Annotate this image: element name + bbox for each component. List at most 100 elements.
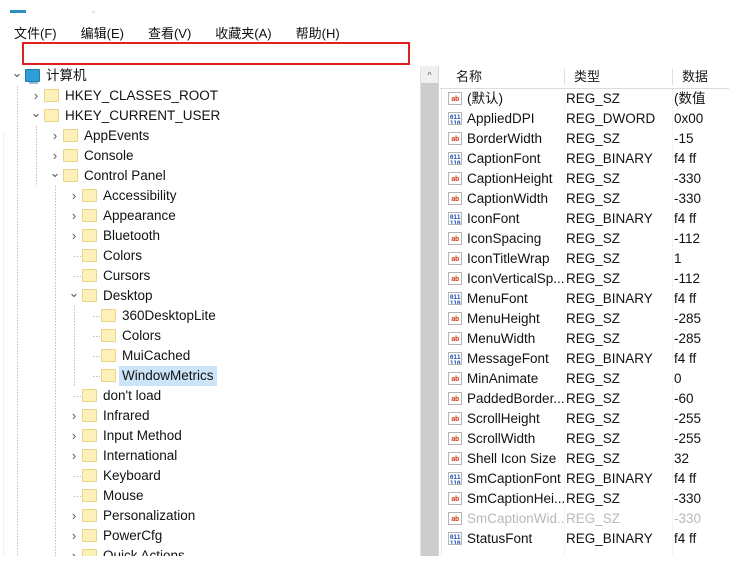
list-item[interactable]: ab SmCaptionWid... REG_SZ -330: [440, 509, 729, 529]
list-item[interactable]: ab ScrollWidth REG_SZ -255: [440, 429, 729, 449]
list-item[interactable]: ab MenuHeight REG_SZ -285: [440, 309, 729, 329]
chevron-right-icon[interactable]: ›: [67, 226, 81, 246]
chevron-right-icon[interactable]: ›: [67, 206, 81, 226]
tree-node-label: Accessibility: [103, 188, 177, 203]
chevron-down-icon[interactable]: ⌄: [48, 166, 62, 186]
chevron-right-icon[interactable]: ›: [48, 146, 62, 166]
chevron-right-icon[interactable]: ›: [48, 126, 62, 146]
tree-node[interactable]: › AppEvents: [0, 126, 419, 146]
list-item[interactable]: ab IconSpacing REG_SZ -112: [440, 229, 729, 249]
list-item[interactable]: 011 110 IconFont REG_BINARY f4 ff: [440, 209, 729, 229]
tree-node[interactable]: › Infrared: [0, 406, 419, 426]
folder-icon: [82, 469, 97, 482]
list-item[interactable]: ab Shell Icon Size REG_SZ 32: [440, 449, 729, 469]
list-item[interactable]: ab PaddedBorder... REG_SZ -60: [440, 389, 729, 409]
tree-node[interactable]: Keyboard: [0, 466, 419, 486]
value-data: 1: [674, 251, 682, 266]
list-item[interactable]: ab MenuWidth REG_SZ -285: [440, 329, 729, 349]
tree-node-label: MuiCached: [122, 348, 191, 363]
chevron-right-icon[interactable]: ›: [29, 86, 43, 106]
binary-value-icon: 011 110: [448, 472, 462, 485]
value-name: ScrollHeight: [467, 411, 540, 426]
tree-node-label: HKEY_CLASSES_ROOT: [65, 88, 219, 103]
string-value-icon: ab: [448, 412, 462, 425]
list-item[interactable]: 011 110 SmCaptionFont REG_BINARY f4 ff: [440, 469, 729, 489]
menu-help[interactable]: 帮助(H): [294, 22, 342, 43]
tree-node[interactable]: › Accessibility: [0, 186, 419, 206]
chevron-right-icon[interactable]: ›: [67, 506, 81, 526]
address-bar[interactable]: 计算机\HKEY_CURRENT_USER\Control Panel\Desk…: [0, 43, 729, 108]
column-divider-2[interactable]: [672, 69, 673, 85]
list-item[interactable]: 011 110 CaptionFont REG_BINARY f4 ff: [440, 149, 729, 169]
list-item[interactable]: ab BorderWidth REG_SZ -15: [440, 129, 729, 149]
value-type: REG_BINARY: [566, 471, 653, 486]
list-item[interactable]: ab CaptionWidth REG_SZ -330: [440, 189, 729, 209]
value-type: REG_SZ: [566, 451, 621, 466]
list-item[interactable]: ab (默认) REG_SZ (数值: [440, 89, 729, 109]
tree-node[interactable]: › International: [0, 446, 419, 466]
tree-node-label: Keyboard: [103, 468, 161, 483]
list-item[interactable]: ab CaptionHeight REG_SZ -330: [440, 169, 729, 189]
list-item[interactable]: ab IconTitleWrap REG_SZ 1: [440, 249, 729, 269]
tree-node[interactable]: MuiCached: [0, 346, 419, 366]
tree-node[interactable]: › HKEY_CLASSES_ROOT: [0, 86, 419, 106]
list-item[interactable]: 011 110 AppliedDPI REG_DWORD 0x00: [440, 109, 729, 129]
tree-node[interactable]: Colors: [0, 246, 419, 266]
column-header-name[interactable]: 名称: [448, 66, 566, 88]
binary-value-icon: 011 110: [448, 212, 462, 225]
chevron-down-icon[interactable]: ⌄: [10, 66, 24, 86]
list-item[interactable]: ab SmCaptionHei... REG_SZ -330: [440, 489, 729, 509]
pane-splitter[interactable]: [438, 66, 439, 561]
folder-icon: [63, 129, 78, 142]
minimize-icon[interactable]: [10, 10, 26, 13]
value-data: f4 ff: [674, 211, 697, 226]
tree-node[interactable]: › Appearance: [0, 206, 419, 226]
column-header-data[interactable]: 数据: [674, 66, 729, 88]
list-item[interactable]: ab IconVerticalSp... REG_SZ -112: [440, 269, 729, 289]
scroll-up-arrow-icon[interactable]: ^: [421, 66, 438, 83]
tree-node[interactable]: › Console: [0, 146, 419, 166]
tree-node[interactable]: 360DesktopLite: [0, 306, 419, 326]
tree-node[interactable]: › Bluetooth: [0, 226, 419, 246]
chevron-down-icon[interactable]: ⌄: [29, 106, 43, 126]
list-item[interactable]: ab MinAnimate REG_SZ 0: [440, 369, 729, 389]
chevron-down-icon[interactable]: ⌄: [67, 286, 81, 306]
value-data: f4 ff: [674, 471, 697, 486]
list-item[interactable]: 011 110 MessageFont REG_BINARY f4 ff: [440, 349, 729, 369]
tree-node[interactable]: › PowerCfg: [0, 526, 419, 546]
tree-node[interactable]: › Input Method: [0, 426, 419, 446]
value-data: f4 ff: [674, 351, 697, 366]
tree-node[interactable]: › Personalization: [0, 506, 419, 526]
tree-node[interactable]: ⌄ Desktop: [0, 286, 419, 306]
tree-node[interactable]: don't load: [0, 386, 419, 406]
column-divider-1[interactable]: [564, 69, 565, 85]
menu-view[interactable]: 查看(V): [146, 22, 193, 43]
list-item[interactable]: 011 110 MenuFont REG_BINARY f4 ff: [440, 289, 729, 309]
tree-node[interactable]: Mouse: [0, 486, 419, 506]
tree-vertical-scrollbar[interactable]: ^: [420, 66, 438, 561]
tree-node-label: AppEvents: [84, 128, 150, 143]
chevron-right-icon[interactable]: ›: [67, 426, 81, 446]
list-item[interactable]: ab ScrollHeight REG_SZ -255: [440, 409, 729, 429]
chevron-right-icon[interactable]: ›: [67, 446, 81, 466]
column-header-type[interactable]: 类型: [566, 66, 674, 88]
string-value-icon: ab: [448, 312, 462, 325]
chevron-right-icon[interactable]: ›: [67, 186, 81, 206]
menu-file[interactable]: 文件(F): [12, 22, 59, 43]
tree-node[interactable]: Cursors: [0, 266, 419, 286]
chevron-right-icon[interactable]: ›: [67, 526, 81, 546]
tree-node-label: Control Panel: [84, 168, 166, 183]
folder-icon: [82, 249, 97, 262]
tree-node[interactable]: WindowMetrics: [0, 366, 419, 386]
title-strip: +: [0, 0, 729, 22]
menu-favorites[interactable]: 收藏夹(A): [213, 22, 273, 43]
list-item[interactable]: 011 110 StatusFont REG_BINARY f4 ff: [440, 529, 729, 549]
tree-node[interactable]: ⌄ HKEY_CURRENT_USER: [0, 106, 419, 126]
value-type: REG_BINARY: [566, 351, 653, 366]
tree-node[interactable]: Colors: [0, 326, 419, 346]
scrollbar-thumb[interactable]: [421, 83, 438, 561]
chevron-right-icon[interactable]: ›: [67, 406, 81, 426]
tree-node[interactable]: ⌄ 计算机: [0, 66, 419, 86]
tree-node[interactable]: ⌄ Control Panel: [0, 166, 419, 186]
menu-edit[interactable]: 编辑(E): [79, 22, 126, 43]
